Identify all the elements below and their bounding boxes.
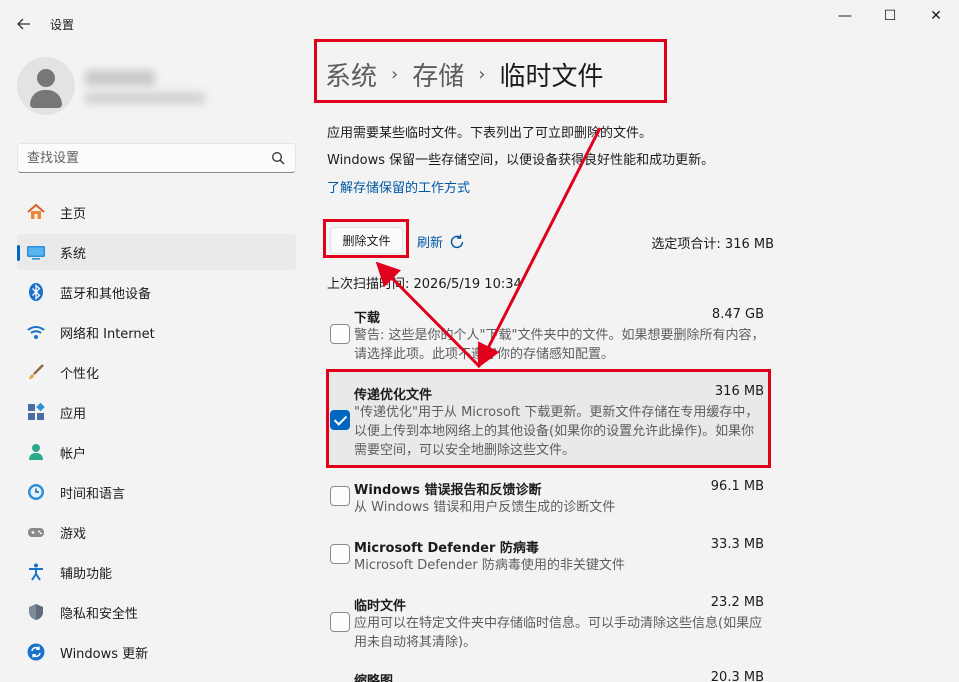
app-title: 设置 <box>50 18 75 32</box>
file-name: Microsoft Defender 防病毒 <box>354 541 539 556</box>
breadcrumb-separator: › <box>478 64 486 85</box>
sidebar-item-label: 帐户 <box>60 446 87 462</box>
sidebar-nav: 主页 系统 蓝牙和其他设备 网络和 Internet 个性化 应用 帐户 时间和… <box>17 194 296 674</box>
file-description: Microsoft Defender 防病毒使用的非关键文件 <box>354 558 625 573</box>
accessibility-icon <box>26 562 46 582</box>
sidebar-item-apps[interactable]: 应用 <box>17 394 296 430</box>
search-box[interactable] <box>17 143 296 173</box>
sidebar-item-system[interactable]: 系统 <box>17 234 296 270</box>
apps-icon <box>26 402 46 422</box>
sidebar-item-label: 应用 <box>60 406 87 422</box>
sidebar-item-windows-update[interactable]: Windows 更新 <box>17 634 296 670</box>
selected-total: 选定项合计: 316 MB <box>651 237 774 252</box>
file-size: 8.47 GB <box>711 307 764 322</box>
maximize-button[interactable]: ☐ <box>867 0 913 32</box>
last-scan-time: 上次扫描时间: 2026/5/19 10:34 <box>327 277 522 292</box>
temporary-files-checkbox[interactable] <box>330 612 350 632</box>
sidebar-item-label: 系统 <box>60 246 87 262</box>
sidebar-item-label: 辅助功能 <box>60 566 113 582</box>
file-name: 临时文件 <box>354 599 407 614</box>
reserved-storage-text: Windows 保留一些存储空间，以便设备获得良好性能和成功更新。 <box>327 153 715 168</box>
delete-files-button[interactable]: 删除文件 <box>330 227 403 254</box>
search-input[interactable] <box>27 149 257 167</box>
sidebar-item-label: 网络和 Internet <box>60 326 155 342</box>
delivery-optimization-checkbox[interactable] <box>330 410 350 430</box>
breadcrumb-separator: › <box>391 64 399 85</box>
file-size: 33.3 MB <box>710 537 764 552</box>
wifi-icon <box>26 322 46 342</box>
search-icon[interactable] <box>271 151 285 165</box>
breadcrumb-system[interactable]: 系统 <box>325 56 377 93</box>
sidebar-item-accessibility[interactable]: 辅助功能 <box>17 554 296 590</box>
breadcrumb-storage[interactable]: 存储 <box>412 56 464 93</box>
file-name: 传递优化文件 <box>354 388 433 403</box>
back-button[interactable] <box>10 10 38 38</box>
file-description: "传递优化"用于从 Microsoft 下载更新。更新文件存储在专用缓存中，以便… <box>354 405 759 458</box>
file-description: 警告: 这些是你的个人"下载"文件夹中的文件。如果想要删除所有内容，请选择此项。… <box>354 328 765 362</box>
sidebar-item-label: 隐私和安全性 <box>60 606 139 622</box>
sidebar-item-gaming[interactable]: 游戏 <box>17 514 296 550</box>
sidebar-item-label: 蓝牙和其他设备 <box>60 286 152 302</box>
file-description: 从 Windows 错误和用户反馈生成的诊断文件 <box>354 500 616 515</box>
avatar[interactable] <box>17 57 75 115</box>
avatar-head-shape <box>37 69 55 87</box>
sidebar-item-label: 游戏 <box>60 526 87 542</box>
user-name-blurred <box>85 70 155 86</box>
file-size: 96.1 MB <box>710 479 764 494</box>
sidebar-item-label: 主页 <box>60 206 87 222</box>
file-size: 20.3 MB <box>710 670 764 682</box>
sidebar-item-time-language[interactable]: 时间和语言 <box>17 474 296 510</box>
sidebar-item-privacy[interactable]: 隐私和安全性 <box>17 594 296 630</box>
file-description: 应用可以在特定文件夹中存储临时信息。可以手动清除这些信息(如果应用未自动将其清除… <box>354 616 763 650</box>
file-name: 缩略图 <box>354 674 394 682</box>
learn-reserved-storage-link[interactable]: 了解存储保留的工作方式 <box>327 177 470 196</box>
refresh-icon <box>450 234 464 248</box>
file-name: 下载 <box>354 311 381 326</box>
minimize-button[interactable]: — <box>822 0 868 32</box>
error-reports-checkbox[interactable] <box>330 486 350 506</box>
update-icon <box>26 642 46 662</box>
system-icon <box>26 242 46 262</box>
sidebar-item-label: 个性化 <box>60 366 100 382</box>
close-button[interactable]: ✕ <box>913 0 959 32</box>
user-email-blurred <box>85 92 205 104</box>
file-size: 316 MB <box>714 384 764 399</box>
description-text: 应用需要某些临时文件。下表列出了可立即删除的文件。 <box>327 126 653 141</box>
clock-globe-icon <box>26 482 46 502</box>
sidebar-item-home[interactable]: 主页 <box>17 194 296 230</box>
sidebar-item-label: 时间和语言 <box>60 486 126 502</box>
defender-checkbox[interactable] <box>330 544 350 564</box>
page-title: 临时文件 <box>499 62 604 92</box>
gamepad-icon <box>26 522 46 542</box>
sidebar-item-personalization[interactable]: 个性化 <box>17 354 296 390</box>
avatar-body-shape <box>30 90 62 108</box>
refresh-button[interactable]: 刷新 <box>417 232 466 251</box>
sidebar-item-network[interactable]: 网络和 Internet <box>17 314 296 350</box>
sidebar-item-bluetooth[interactable]: 蓝牙和其他设备 <box>17 274 296 310</box>
file-name: Windows 错误报告和反馈诊断 <box>354 483 542 498</box>
back-arrow-icon <box>17 18 30 30</box>
shield-icon <box>26 602 46 622</box>
bluetooth-icon <box>26 282 46 302</box>
downloads-checkbox[interactable] <box>330 324 350 344</box>
sidebar-item-accounts[interactable]: 帐户 <box>17 434 296 470</box>
sidebar-item-label: Windows 更新 <box>60 646 149 662</box>
file-size: 23.2 MB <box>710 595 764 610</box>
home-icon <box>26 202 46 222</box>
brush-icon <box>26 362 46 382</box>
account-icon <box>26 442 46 462</box>
refresh-label: 刷新 <box>417 236 444 251</box>
breadcrumb: 系统 › 存储 › 临时文件 <box>325 56 603 93</box>
